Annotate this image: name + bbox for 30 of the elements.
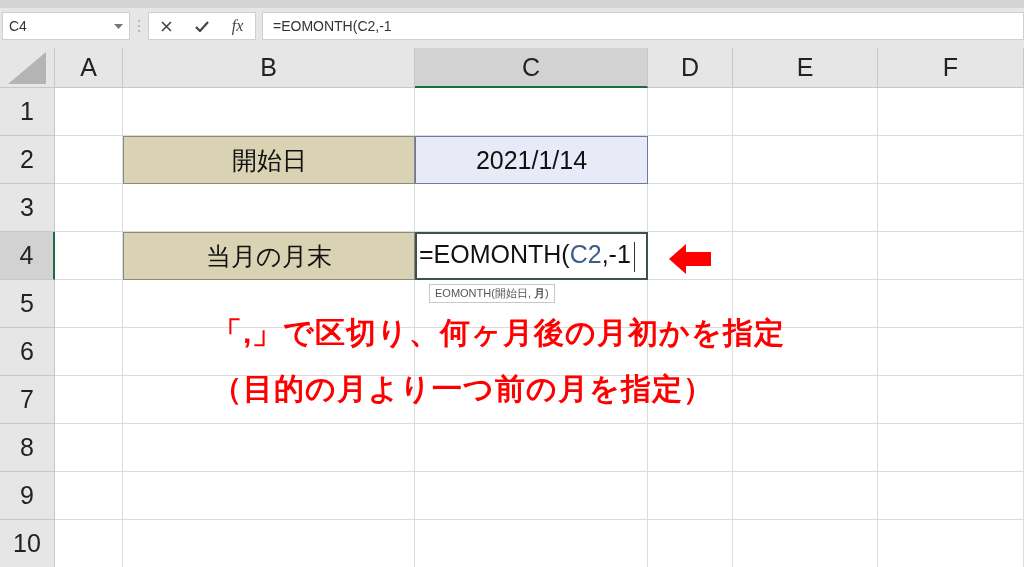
- cell-reference: C4: [9, 18, 27, 34]
- column-header[interactable]: E: [733, 48, 878, 88]
- check-icon[interactable]: [194, 20, 209, 32]
- function-tooltip: EOMONTH(開始日, 月): [429, 284, 555, 303]
- arrow-icon: [669, 244, 711, 274]
- column-header[interactable]: B: [123, 48, 415, 88]
- column-header[interactable]: D: [648, 48, 733, 88]
- label-cell: 開始日: [123, 136, 415, 184]
- formula-field[interactable]: =EOMONTH(C2,-1: [262, 12, 1024, 40]
- row-header[interactable]: 5: [0, 280, 55, 328]
- row-header[interactable]: 4: [0, 232, 55, 280]
- cancel-icon[interactable]: [160, 20, 172, 32]
- column-header[interactable]: C: [415, 48, 648, 88]
- column-header[interactable]: F: [878, 48, 1024, 88]
- annotation-text: 「,」で区切り、何ヶ月後の月初かを指定: [212, 318, 786, 348]
- row-header[interactable]: 7: [0, 376, 55, 424]
- annotation-text: （目的の月より一つ前の月を指定）: [212, 374, 715, 404]
- date-cell: 2021/1/14: [415, 136, 648, 184]
- name-box[interactable]: C4: [2, 12, 130, 40]
- insert-function-button[interactable]: fx: [231, 17, 244, 35]
- row-header[interactable]: 10: [0, 520, 55, 567]
- row-header[interactable]: 9: [0, 472, 55, 520]
- row-header[interactable]: 6: [0, 328, 55, 376]
- row-header[interactable]: 8: [0, 424, 55, 472]
- row-header[interactable]: 3: [0, 184, 55, 232]
- column-header[interactable]: A: [55, 48, 123, 88]
- row-header[interactable]: 1: [0, 88, 55, 136]
- row-header[interactable]: 2: [0, 136, 55, 184]
- dropdown-icon[interactable]: [114, 23, 123, 29]
- label-cell: 当月の月末: [123, 232, 415, 280]
